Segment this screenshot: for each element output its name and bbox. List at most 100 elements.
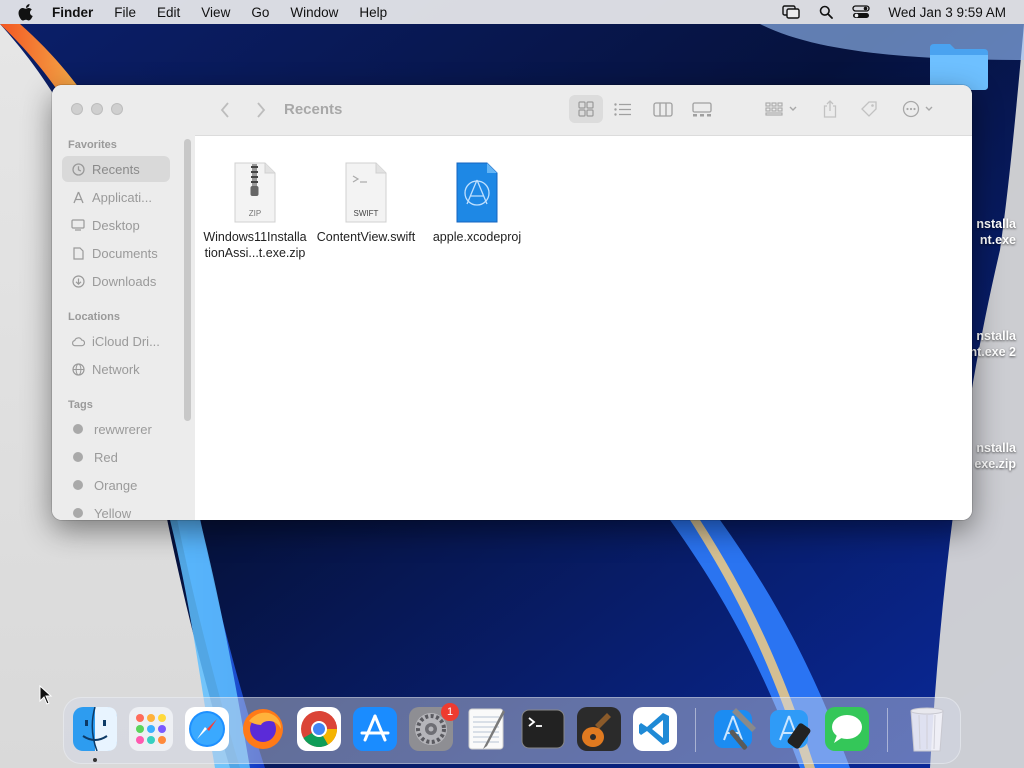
sidebar-item-downloads[interactable]: Downloads (62, 268, 170, 294)
dock (63, 697, 961, 764)
sidebar-item-network[interactable]: Network (62, 356, 170, 382)
downloads-icon (71, 274, 85, 288)
dock-safari-icon[interactable] (184, 706, 230, 752)
sidebar-heading-locations: Locations (68, 311, 120, 323)
dock-app-store-icon[interactable] (352, 706, 398, 752)
control-center-icon[interactable] (852, 4, 871, 20)
dock-separator (887, 708, 888, 752)
window-title: Recents (284, 101, 343, 118)
dock-firefox-icon[interactable] (240, 706, 286, 752)
dock-finder-icon[interactable] (72, 706, 118, 752)
menu-edit[interactable]: Edit (157, 5, 180, 20)
network-icon (71, 362, 85, 376)
menu-app-name[interactable]: Finder (52, 5, 93, 20)
dock-launchpad-icon[interactable] (128, 706, 174, 752)
dock-vscode-icon[interactable] (632, 706, 678, 752)
file-item-zip[interactable]: ZIP Windows11Installa tionAssi...t.exe.z… (200, 162, 310, 261)
notification-badge: 1 (441, 703, 459, 721)
file-name-line: ContentView.swift (316, 230, 416, 244)
sidebar-item-label: Desktop (92, 217, 140, 233)
desktop-icon (71, 218, 85, 232)
xcodeproj-icon (452, 162, 502, 224)
sidebar-tag-red[interactable]: Red (62, 444, 170, 470)
sidebar-item-label: Recents (92, 161, 140, 177)
sidebar-item-label: Documents (92, 245, 158, 261)
more-actions-icon[interactable] (899, 95, 939, 123)
menu-window[interactable]: Window (290, 5, 338, 20)
dock-separator (695, 708, 696, 752)
sidebar-item-label: Orange (94, 477, 138, 493)
sidebar-item-label: iCloud Dri... (92, 333, 160, 349)
forward-chevron-icon[interactable] (253, 100, 269, 120)
finder-content: ZIP Windows11Installa tionAssi...t.exe.z… (195, 136, 972, 520)
dock-chrome-icon[interactable] (296, 706, 342, 752)
sidebar-item-documents[interactable]: Documents (62, 240, 170, 266)
file-name: ContentView.swift (311, 229, 421, 245)
file-item-xcodeproj[interactable]: apple.xcodeproj (422, 162, 532, 245)
swift-file-icon: SWIFT (341, 162, 391, 224)
menu-view[interactable]: View (201, 5, 230, 20)
sidebar-tag-yellow[interactable]: Yellow (62, 500, 170, 520)
menu-file[interactable]: File (114, 5, 136, 20)
minimize-button[interactable] (91, 103, 103, 115)
dock-trash-icon[interactable] (904, 706, 950, 752)
dock-garageband-icon[interactable] (576, 706, 622, 752)
applications-icon (71, 190, 85, 204)
sidebar-scrollbar[interactable] (184, 139, 191, 421)
spotlight-search-icon[interactable] (817, 4, 835, 20)
sidebar-item-label: Yellow (94, 505, 132, 521)
file-type-label: ZIP (249, 209, 261, 218)
sidebar-item-icloud[interactable]: iCloud Dri... (62, 328, 170, 354)
gallery-view-icon[interactable] (689, 95, 715, 123)
mouse-cursor-icon (39, 685, 53, 705)
clock-icon (71, 162, 85, 176)
menu-go[interactable]: Go (251, 5, 269, 20)
sidebar-item-applications[interactable]: Applicati... (62, 184, 170, 210)
file-type-label: SWIFT (354, 209, 379, 218)
sidebar-item-label: Downloads (92, 273, 157, 289)
dock-simulator-icon[interactable] (768, 706, 814, 752)
sidebar-tag-rewwrerer[interactable]: rewwrerer (62, 416, 170, 442)
finder-window: Favorites Recents Applicati... Desktop D… (52, 85, 972, 520)
menu-help[interactable]: Help (359, 5, 387, 20)
dock-messages-icon[interactable] (824, 706, 870, 752)
finder-sidebar: Favorites Recents Applicati... Desktop D… (52, 85, 196, 520)
tag-icon[interactable] (857, 95, 881, 123)
tag-dot-icon (73, 508, 83, 518)
sidebar-tag-orange[interactable]: Orange (62, 472, 170, 498)
sidebar-item-recents[interactable]: Recents (62, 156, 170, 182)
sidebar-item-desktop[interactable]: Desktop (62, 212, 170, 238)
close-button[interactable] (71, 103, 83, 115)
screen-mirroring-icon[interactable] (782, 4, 801, 20)
sidebar-item-label: rewwrerer (94, 421, 152, 437)
finder-toolbar: Recents (195, 85, 972, 136)
list-view-icon[interactable] (609, 95, 635, 123)
dock-terminal-icon[interactable] (520, 706, 566, 752)
menu-clock[interactable]: Wed Jan 3 9:59 AM (888, 5, 1006, 20)
document-icon (71, 246, 85, 260)
dock-textedit-icon[interactable] (464, 706, 510, 752)
file-name: Windows11Installa tionAssi...t.exe.zip (200, 229, 310, 261)
share-icon[interactable] (819, 95, 841, 123)
tag-dot-icon (73, 424, 83, 434)
sidebar-item-label: Red (94, 449, 118, 465)
file-name-line: Windows11Installa (203, 230, 307, 244)
sidebar-heading-tags: Tags (68, 399, 93, 411)
menu-bar: Finder File Edit View Go Window Help Wed… (0, 0, 1024, 24)
column-view-icon[interactable] (650, 95, 676, 123)
window-controls (71, 103, 131, 115)
apple-menu-icon[interactable] (18, 3, 36, 21)
tag-dot-icon (73, 452, 83, 462)
grid-icon (578, 101, 594, 117)
back-chevron-icon[interactable] (217, 100, 233, 120)
cloud-icon (71, 334, 85, 348)
file-name: apple.xcodeproj (422, 229, 532, 245)
file-item-swift[interactable]: SWIFT ContentView.swift (311, 162, 421, 245)
file-name-line: tionAssi...t.exe.zip (204, 246, 306, 260)
sidebar-heading-favorites: Favorites (68, 139, 117, 151)
zoom-button[interactable] (111, 103, 123, 115)
icon-view-button[interactable] (569, 95, 603, 123)
dock-xcode-icon[interactable] (712, 706, 758, 752)
group-by-icon[interactable] (762, 95, 802, 123)
sidebar-item-label: Applicati... (92, 189, 152, 205)
